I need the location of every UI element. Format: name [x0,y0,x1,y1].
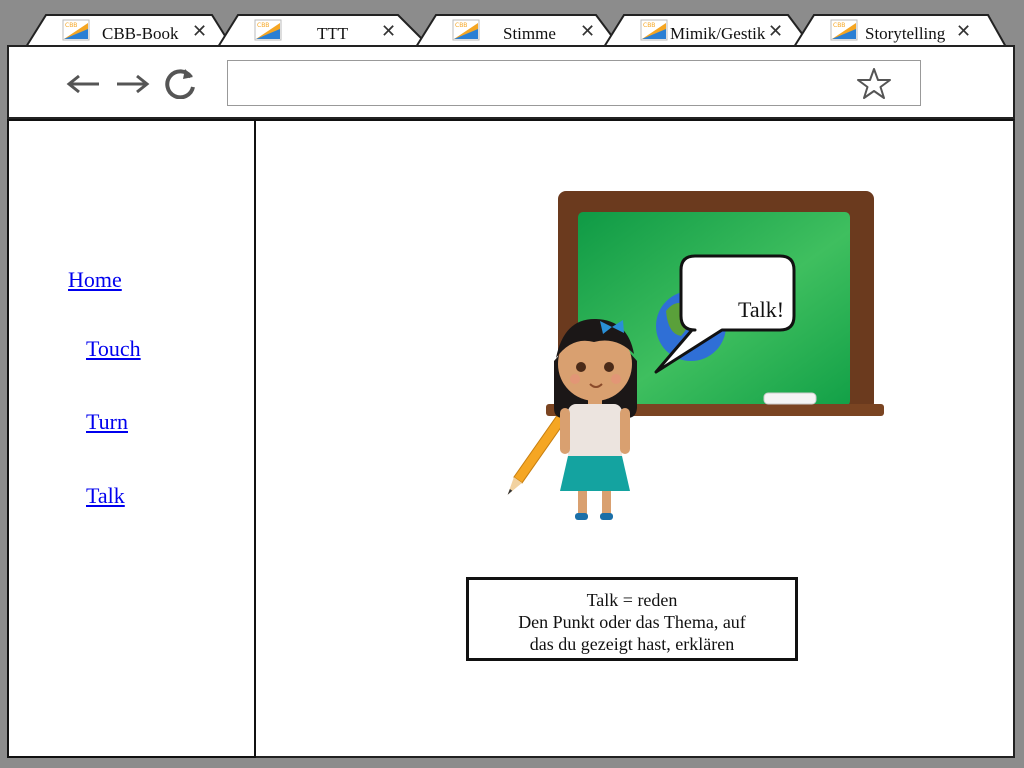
favicon-logo-icon: CBB [452,19,480,41]
tab-label: Storytelling [865,24,946,43]
back-arrow-icon[interactable] [65,65,103,99]
tab-mimik-gestik[interactable]: CBB Mimik/Gestik ✕ [602,14,816,48]
definition-line: Den Punkt oder das Thema, auf [518,612,746,632]
girl-character [554,318,637,520]
tab-label: Stimme [503,24,556,43]
close-icon[interactable]: ✕ [192,23,207,41]
sidebar-nav: Home Touch Turn Talk [7,119,256,758]
tab-label: TTT [317,24,349,43]
tab-label: Mimik/Gestik [670,24,766,43]
sidebar-link-touch[interactable]: Touch [86,336,141,362]
tab-storytelling[interactable]: CBB Storytelling ✕ [792,14,1010,48]
browser-toolbar [7,45,1015,119]
address-bar[interactable] [227,60,921,106]
tab-stimme[interactable]: CBB Stimme ✕ [414,14,626,48]
favicon-logo-icon: CBB [830,19,858,41]
reload-icon[interactable] [161,65,201,99]
svg-text:CBB: CBB [257,22,269,29]
close-icon[interactable]: ✕ [580,23,595,41]
main-content: Talk! Talk = reden Den Punkt oder das Th… [256,119,1015,758]
sidebar-link-home[interactable]: Home [68,267,122,293]
tab-ttt[interactable]: CBB TTT ✕ [216,14,438,48]
tab-bar: CBB CBB-Book ✕ CBB TTT ✕ CBB Stimme ✕ CB… [0,0,1024,48]
favicon-logo-icon: CBB [62,19,90,41]
sidebar-link-talk[interactable]: Talk [86,483,125,509]
close-icon[interactable]: ✕ [956,23,971,41]
teacher-illustration [507,191,884,520]
svg-text:CBB: CBB [65,22,77,29]
svg-text:CBB: CBB [455,22,467,29]
forward-arrow-icon[interactable] [113,65,151,99]
bookmark-star-icon[interactable] [856,67,892,101]
favicon-logo-icon: CBB [254,19,282,41]
definition-line: Talk = reden [586,590,678,610]
speech-bubble-text: Talk! [737,297,785,322]
tab-cbb-book[interactable]: CBB CBB-Book ✕ [24,14,234,48]
definition-line: das du gezeigt hast, erklären [529,634,735,654]
favicon-logo-icon: CBB [640,19,668,41]
close-icon[interactable]: ✕ [768,23,783,41]
sidebar-link-turn[interactable]: Turn [86,409,128,435]
close-icon[interactable]: ✕ [381,23,396,41]
svg-text:CBB: CBB [643,22,655,29]
tab-label: CBB-Book [102,24,179,43]
svg-text:CBB: CBB [833,22,845,29]
definition-box: Talk = reden Den Punkt oder das Thema, a… [466,577,798,661]
